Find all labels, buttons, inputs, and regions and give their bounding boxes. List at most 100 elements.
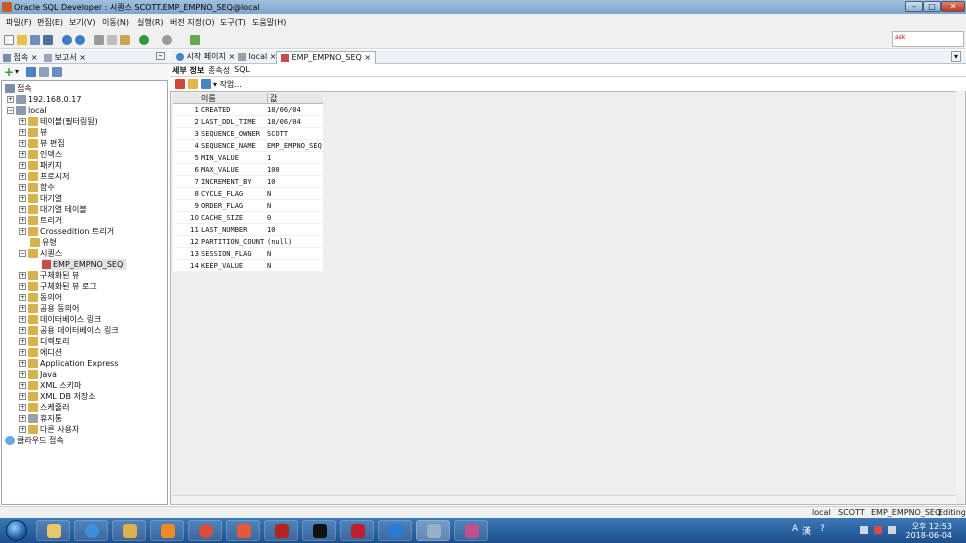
tree-item-sequences[interactable]: − 시퀀스 [19, 248, 62, 259]
edit-icon[interactable] [188, 79, 198, 89]
undo-icon[interactable] [62, 35, 72, 45]
save-icon[interactable] [30, 35, 40, 45]
forward-icon[interactable] [162, 35, 172, 45]
add-connection-icon[interactable]: + [4, 65, 14, 79]
tab-start-page[interactable]: 시작 페이지 × [172, 51, 239, 64]
table-row[interactable]: 3 SEQUENCE_OWNER SCOTT [173, 128, 323, 140]
vertical-scrollbar[interactable] [956, 91, 965, 495]
new-icon[interactable] [4, 35, 14, 45]
subtab-details[interactable]: 세부 정보 [172, 65, 204, 76]
ime-hanja-indicator[interactable]: 漢 [802, 524, 811, 537]
expand-icon[interactable]: + [7, 96, 14, 103]
table-row[interactable]: 10 CACHE_SIZE 0 [173, 212, 323, 224]
table-row[interactable]: 1 CREATED 18/06/04 [173, 104, 323, 116]
expand-icon[interactable]: + [19, 173, 26, 180]
menu-help[interactable]: 도움말(H) [252, 17, 286, 28]
expand-icon[interactable]: + [19, 217, 26, 224]
subtab-sql[interactable]: SQL [234, 65, 250, 74]
minimize-panel-button[interactable]: – [156, 52, 165, 60]
tree-item-emp-empno-seq[interactable]: EMP_EMPNO_SEQ [42, 259, 127, 270]
expand-icon[interactable]: + [19, 184, 26, 191]
open-folder-icon[interactable] [17, 35, 27, 45]
tree-item-public-database-links[interactable]: + 공용 데이터베이스 링크 [19, 325, 119, 336]
taskbar-app-vscode[interactable] [378, 520, 412, 541]
expand-icon[interactable]: + [19, 162, 26, 169]
search-input[interactable]: ask [892, 31, 964, 47]
tree-item-tables[interactable]: + 테이블(필터링됨) [19, 116, 98, 127]
expand-icon[interactable]: + [19, 327, 26, 334]
menu-tools[interactable]: 도구(T) [220, 17, 246, 28]
expand-icon[interactable]: + [19, 206, 26, 213]
tree-item-application-express[interactable]: + Application Express [19, 358, 118, 369]
tree-item-queue-tables[interactable]: + 대기열 테이블 [19, 204, 87, 215]
tree-item-indexes[interactable]: + 인덱스 [19, 149, 62, 160]
tree-item-public-synonyms[interactable]: + 공용 동의어 [19, 303, 79, 314]
expand-icon[interactable]: + [19, 272, 26, 279]
taskbar-app-network-tool[interactable] [454, 520, 488, 541]
tree-item-editions[interactable]: + 에디션 [19, 347, 62, 358]
minimize-button[interactable]: – [905, 1, 923, 12]
actions-menu[interactable]: ▾ 작업... [213, 79, 242, 90]
pin-icon[interactable] [175, 79, 185, 89]
menu-file[interactable]: 파일(F) [6, 17, 32, 28]
expand-icon[interactable]: + [19, 228, 26, 235]
expand-icon[interactable]: + [19, 393, 26, 400]
refresh-icon[interactable] [26, 67, 36, 77]
schema-browser-icon[interactable] [52, 67, 62, 77]
menu-edit[interactable]: 편집(E) [37, 17, 63, 28]
expand-icon[interactable]: + [19, 360, 26, 367]
tab-emp-empno-seq-close[interactable]: × [364, 53, 371, 62]
back-icon[interactable] [139, 35, 149, 45]
tree-item-views[interactable]: + 뷰 [19, 127, 47, 138]
column-header-value[interactable]: 값 [267, 93, 277, 104]
tree-item-materialized-views[interactable]: + 구체화된 뷰 [19, 270, 79, 281]
tab-connections-close[interactable]: × [31, 53, 38, 62]
expand-icon[interactable]: + [19, 195, 26, 202]
expand-icon[interactable]: + [19, 338, 26, 345]
table-row[interactable]: 9 ORDER_FLAG N [173, 200, 323, 212]
tree-item-packages[interactable]: + 패키지 [19, 160, 62, 171]
subtab-dependencies[interactable]: 종속성 [208, 65, 230, 76]
refresh-icon[interactable] [201, 79, 211, 89]
tree-item-database-links[interactable]: + 데이터베이스 링크 [19, 314, 101, 325]
tree-item-other-users[interactable]: + 다른 사용자 [19, 424, 79, 435]
redo-icon[interactable] [75, 35, 85, 45]
horizontal-scrollbar[interactable] [172, 495, 956, 504]
table-row[interactable]: 13 SESSION_FLAG N [173, 248, 323, 260]
tree-item-xml-schemas[interactable]: + XML 스키마 [19, 380, 81, 391]
table-row[interactable]: 8 CYCLE_FLAG N [173, 188, 323, 200]
expand-icon[interactable]: + [19, 316, 26, 323]
ime-language-indicator[interactable]: A [792, 524, 798, 534]
table-row[interactable]: 14 KEEP_VALUE N [173, 260, 323, 272]
expand-icon[interactable]: + [19, 349, 26, 356]
tree-root-connections[interactable]: 접속 [5, 83, 32, 94]
expand-icon[interactable]: + [19, 305, 26, 312]
tree-item-java[interactable]: + Java [19, 369, 57, 380]
filter-icon[interactable] [39, 67, 49, 77]
tree-item-functions[interactable]: + 함수 [19, 182, 55, 193]
collapse-icon[interactable]: − [7, 107, 14, 114]
menu-navigate[interactable]: 이동(N) [102, 17, 129, 28]
tabs-menu-button[interactable]: ▾ [951, 51, 962, 62]
tab-reports[interactable]: 보고서 × [44, 52, 86, 63]
tree-item-synonyms[interactable]: + 동의어 [19, 292, 62, 303]
tree-item-cloud-connections[interactable]: 클라우드 접속 [5, 435, 64, 446]
network-icon[interactable] [888, 526, 896, 534]
taskbar-app-sql-developer[interactable] [416, 520, 450, 541]
tree-item-queues[interactable]: + 대기열 [19, 193, 62, 204]
ime-help-icon[interactable]: ? [820, 524, 825, 534]
table-row[interactable]: 7 INCREMENT_BY 10 [173, 176, 323, 188]
tree-item-triggers[interactable]: + 트리거 [19, 215, 62, 226]
tree-item-editioning-views[interactable]: + 뷰 편집 [19, 138, 65, 149]
expand-icon[interactable]: + [19, 118, 26, 125]
expand-icon[interactable]: + [19, 404, 26, 411]
tree-item-192-168-0-17[interactable]: +192.168.0.17 [7, 94, 81, 105]
taskbar-app-filezilla[interactable] [340, 520, 374, 541]
table-row[interactable]: 4 SEQUENCE_NAME EMP_EMPNO_SEQ [173, 140, 323, 152]
expand-icon[interactable]: + [19, 371, 26, 378]
table-row[interactable]: 2 LAST_DDL_TIME 18/06/04 [173, 116, 323, 128]
taskbar-app-chrome[interactable] [188, 520, 222, 541]
taskbar-app-acrobat[interactable] [264, 520, 298, 541]
table-row[interactable]: 5 MIN_VALUE 1 [173, 152, 323, 164]
tree-item-directories[interactable]: + 디렉토리 [19, 336, 69, 347]
